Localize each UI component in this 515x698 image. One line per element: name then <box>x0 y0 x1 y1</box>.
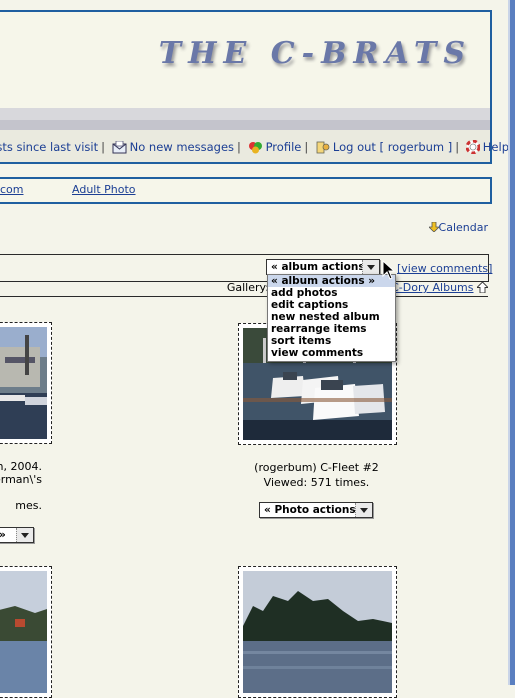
messages-link[interactable]: No new messages <box>130 140 234 154</box>
logout-icon <box>315 141 330 157</box>
album-actions-dropdown: « album actions » add photos edit captio… <box>267 274 396 362</box>
photo-image <box>243 571 392 693</box>
subbar-link-com[interactable]: com <box>0 183 24 196</box>
photo-thumbnail-4[interactable] <box>238 566 397 698</box>
photo-caption-1: h, 2004. erman\'s mes. <box>0 460 42 512</box>
arrow-down-icon <box>427 221 440 235</box>
photo-actions-selected: » <box>0 529 6 541</box>
envelope-icon <box>112 140 127 157</box>
caption-line: erman\'s <box>0 473 42 486</box>
caption-line: h, 2004. <box>0 460 42 473</box>
gallery-label: Gallery: <box>226 281 269 294</box>
photo-actions-selected: « Photo actions » <box>264 504 367 516</box>
chevron-down-icon <box>16 528 33 542</box>
posts-since-link[interactable]: sts since last visit <box>0 140 98 154</box>
photo-image <box>0 327 47 439</box>
dropdown-option[interactable]: rearrange items <box>268 323 395 335</box>
mouse-cursor-icon <box>382 259 396 283</box>
user-navbar: sts since last visit | No new messages | P… <box>0 139 509 157</box>
photo-caption-2: (rogerbum) C-Fleet #2 Viewed: 571 times. <box>238 461 395 489</box>
dropdown-option[interactable]: new nested album <box>268 311 395 323</box>
calendar-link[interactable]: Calendar <box>427 221 488 235</box>
view-comments-link[interactable]: [view comments] <box>397 262 492 275</box>
album-actions-select[interactable]: « album actions » <box>266 259 380 275</box>
header-stripe <box>0 108 490 120</box>
dropdown-option[interactable]: sort items <box>268 335 395 347</box>
photo-image <box>0 571 47 693</box>
dropdown-option[interactable]: view comments <box>268 347 395 359</box>
header-stripe <box>0 120 490 130</box>
logout-link[interactable]: Log out [ rogerbum ] <box>333 140 452 154</box>
profile-icon <box>248 141 263 157</box>
album-actions-selected: « album actions » <box>271 261 376 273</box>
photo-thumbnail-1[interactable] <box>0 322 52 444</box>
gallery-breadcrumb-row: Gallery: C- r C-Dory Albums <box>0 280 490 297</box>
up-arrow-icon[interactable] <box>475 281 490 296</box>
calendar-label: Calendar <box>438 221 488 234</box>
photo-actions-select-2[interactable]: « Photo actions » <box>259 502 373 518</box>
site-title: THE C-BRATS <box>158 36 472 71</box>
photo-actions-select-1[interactable]: » <box>0 527 34 543</box>
subbar-link-adult-photo[interactable]: Adult Photo <box>72 183 136 196</box>
scrollbar-thumb[interactable] <box>510 0 515 685</box>
caption-line: Viewed: 571 times. <box>263 476 370 489</box>
dropdown-option[interactable]: edit captions <box>268 299 395 311</box>
chevron-down-icon <box>355 503 372 517</box>
caption-line: (rogerbum) C-Fleet #2 <box>254 461 379 474</box>
caption-line <box>0 486 42 499</box>
profile-link[interactable]: Profile <box>266 140 302 154</box>
photo-thumbnail-3[interactable] <box>0 566 52 698</box>
dropdown-option[interactable]: add photos <box>268 287 395 299</box>
section-bar: com Adult Photo <box>0 177 492 204</box>
albums-link[interactable]: r C-Dory Albums <box>383 281 473 294</box>
caption-line: mes. <box>15 499 42 512</box>
chevron-down-icon <box>362 260 379 274</box>
dropdown-option[interactable]: « album actions » <box>268 275 395 287</box>
help-link[interactable]: Help <box>483 140 509 154</box>
help-icon <box>465 139 481 157</box>
